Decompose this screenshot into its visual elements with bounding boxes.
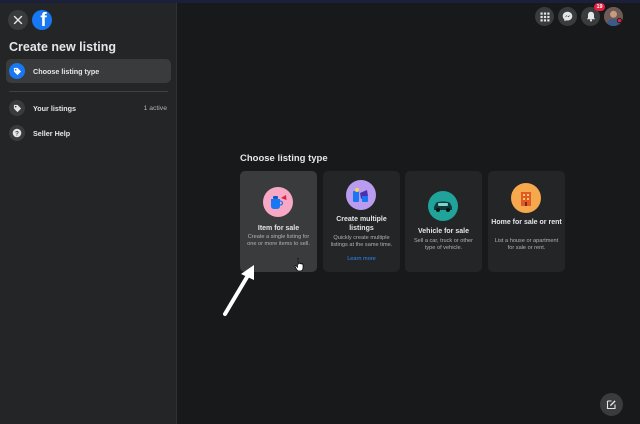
sidebar-item-seller-help[interactable]: ? Seller Help <box>6 121 171 145</box>
facebook-logo[interactable]: f <box>32 10 52 30</box>
tag-icon <box>9 100 25 116</box>
menu-button[interactable] <box>535 7 554 26</box>
card-description: List a house or apartment for sale or re… <box>494 238 559 251</box>
learn-more-link[interactable]: Learn more <box>326 256 397 263</box>
card-description: Create a single listing for one or more … <box>247 234 310 247</box>
card-vehicle-for-sale[interactable]: Vehicle for sale Sell a car, truck or ot… <box>405 171 482 272</box>
sidebar: f Create new listing Choose listing type… <box>0 3 177 424</box>
hand-cursor-icon <box>294 258 304 272</box>
multiple-listings-icon <box>346 180 376 210</box>
listings-count: 1 active <box>143 104 167 112</box>
card-title: Vehicle for sale <box>418 228 469 235</box>
card-title: Create multiple listings <box>336 216 387 232</box>
item-sale-icon <box>263 187 293 217</box>
sidebar-divider <box>9 91 168 92</box>
bell-icon <box>586 11 595 22</box>
sidebar-title: Create new listing <box>9 40 116 54</box>
sidebar-item-your-listings[interactable]: Your listings 1 active <box>6 96 171 120</box>
question-icon: ? <box>9 125 25 141</box>
card-description: Sell a car, truck or other type of vehic… <box>413 238 474 251</box>
avatar[interactable] <box>604 7 623 26</box>
card-title: Item for sale <box>257 225 300 232</box>
tag-icon <box>9 63 25 79</box>
close-icon <box>13 15 23 25</box>
card-description: Quickly create multiple listings at the … <box>330 235 393 248</box>
card-title: Home for sale or rent <box>491 219 562 226</box>
sidebar-item-label: Choose listing type <box>33 66 100 76</box>
card-item-for-sale[interactable]: Item for sale Create a single listing fo… <box>240 171 317 272</box>
close-button[interactable] <box>8 10 28 30</box>
menu-grid-icon <box>540 12 549 21</box>
card-create-multiple-listings[interactable]: Create multiple listings Quickly create … <box>323 171 400 272</box>
section-title: Choose listing type <box>240 153 328 164</box>
annotation-arrow-icon <box>223 265 254 316</box>
svg-text:?: ? <box>15 130 19 137</box>
sidebar-item-label: Your listings <box>33 103 76 113</box>
compose-button[interactable] <box>600 393 623 416</box>
sidebar-item-choose-listing-type[interactable]: Choose listing type <box>6 59 171 83</box>
sidebar-item-label: Seller Help <box>33 128 71 138</box>
notification-badge: 19 <box>594 3 605 11</box>
messenger-button[interactable] <box>558 7 577 26</box>
card-home-for-sale-or-rent[interactable]: Home for sale or rent List a house or ap… <box>488 171 565 272</box>
vehicle-icon <box>428 191 458 221</box>
edit-icon <box>606 400 616 410</box>
messenger-icon <box>562 11 573 22</box>
home-icon <box>511 183 541 213</box>
